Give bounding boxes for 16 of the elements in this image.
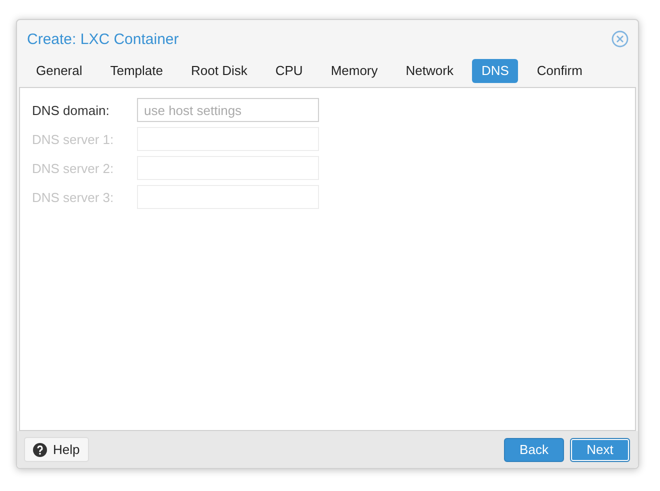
field-label: DNS server 2: <box>32 160 115 176</box>
field-label: DNS server 1: <box>32 132 115 146</box>
input-field[interactable]: use host settings <box>137 98 319 122</box>
help-icon <box>33 442 47 456</box>
tab[interactable]: Memory <box>322 59 387 83</box>
field-label: DNS domain: <box>32 102 110 118</box>
tab[interactable]: Confirm <box>528 59 592 83</box>
tab[interactable]: Network <box>396 59 462 83</box>
tab[interactable]: Root Disk <box>182 59 256 83</box>
tab[interactable]: Template <box>101 59 172 83</box>
field-label: DNS server 3: <box>32 190 115 204</box>
tab[interactable]: General <box>27 59 92 83</box>
tab[interactable]: CPU <box>266 59 312 83</box>
close-icon[interactable] <box>611 30 629 48</box>
help-button[interactable]: Help <box>24 437 89 462</box>
window-title: Create: LXC Container <box>27 30 179 48</box>
